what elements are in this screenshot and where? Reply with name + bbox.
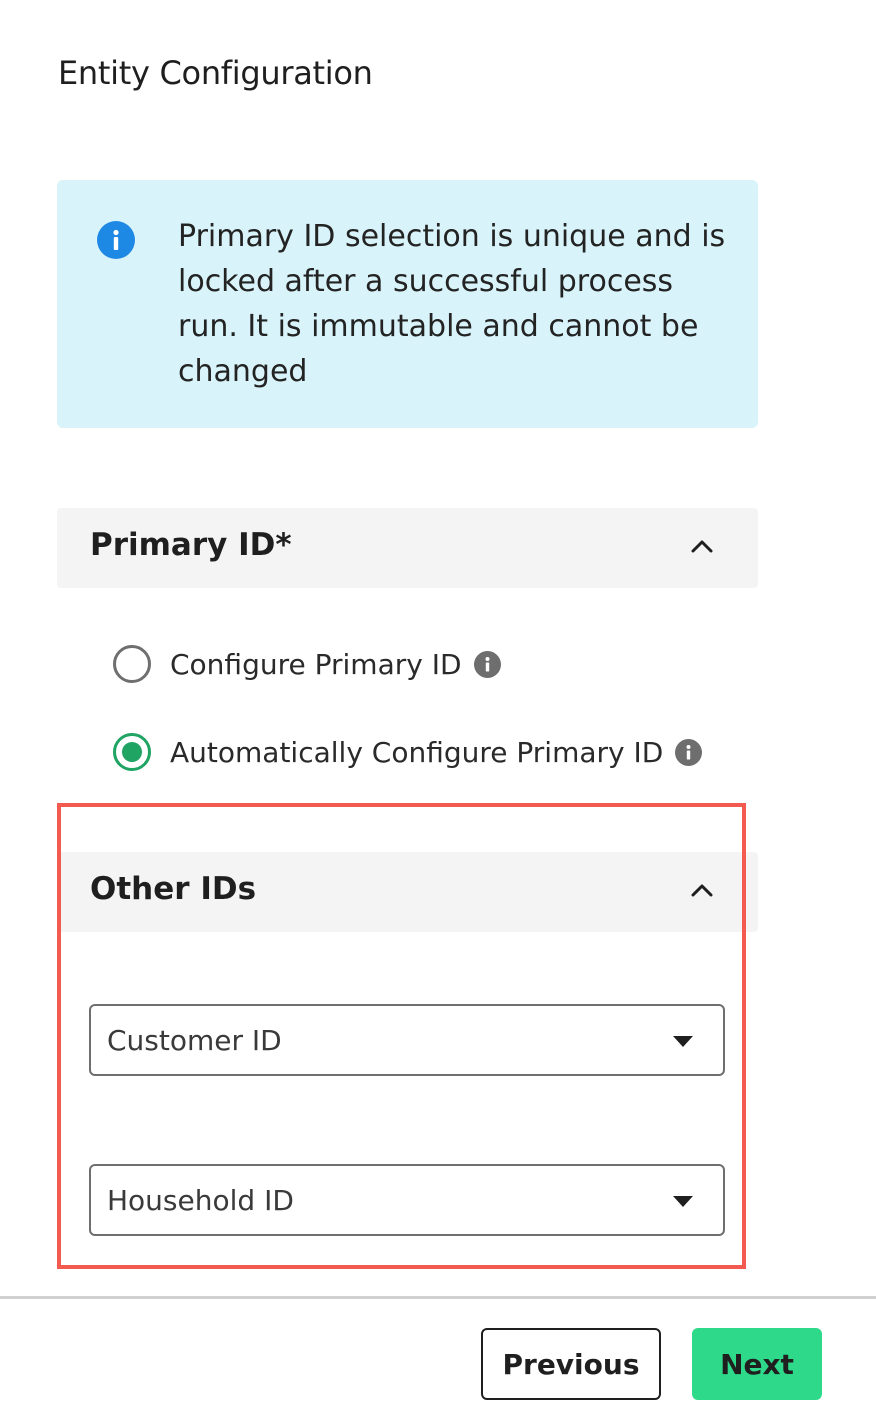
other-id-select-household[interactable]: Household ID (89, 1164, 725, 1236)
entity-configuration-page: Entity Configuration Primary ID selectio… (0, 0, 876, 1424)
info-icon (97, 221, 135, 259)
info-banner: Primary ID selection is unique and is lo… (57, 180, 758, 428)
primary-id-section-header[interactable]: Primary ID* (57, 508, 758, 588)
auto-configure-primary-id-radio[interactable] (113, 733, 151, 771)
other-ids-section-header[interactable]: Other IDs (57, 852, 758, 932)
info-icon[interactable] (473, 650, 501, 678)
footer-divider (0, 1296, 876, 1299)
other-ids-section-title: Other IDs (90, 871, 257, 907)
caret-down-icon (673, 1196, 693, 1207)
chevron-up-icon[interactable] (690, 882, 714, 898)
configure-primary-id-radio[interactable] (113, 645, 151, 683)
configure-primary-id-label: Configure Primary ID (170, 647, 462, 681)
primary-id-section-title: Primary ID* (90, 527, 292, 563)
select-value: Household ID (107, 1184, 294, 1217)
previous-button[interactable]: Previous (481, 1328, 661, 1400)
auto-configure-primary-id-option[interactable]: Automatically Configure Primary ID (113, 732, 703, 772)
configure-primary-id-option[interactable]: Configure Primary ID (113, 644, 501, 684)
info-banner-text: Primary ID selection is unique and is lo… (178, 219, 726, 389)
radio-selected-dot (122, 742, 142, 762)
info-icon[interactable] (675, 738, 703, 766)
other-id-select-customer[interactable]: Customer ID (89, 1004, 725, 1076)
select-value: Customer ID (107, 1024, 282, 1057)
auto-configure-primary-id-label: Automatically Configure Primary ID (170, 735, 664, 769)
chevron-up-icon[interactable] (690, 538, 714, 554)
next-button[interactable]: Next (692, 1328, 822, 1400)
caret-down-icon (673, 1036, 693, 1047)
page-title: Entity Configuration (58, 54, 373, 92)
